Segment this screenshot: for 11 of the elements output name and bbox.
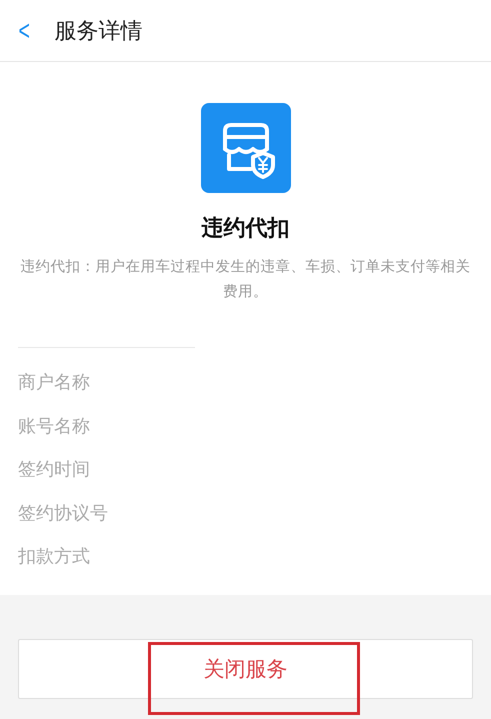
field-label: 账号名称 xyxy=(18,414,90,438)
page-title: 服务详情 xyxy=(54,18,142,46)
field-label: 签约协议号 xyxy=(18,502,108,526)
field-label: 商户名称 xyxy=(18,371,90,395)
field-label: 签约时间 xyxy=(18,458,90,482)
service-name: 违约代扣 xyxy=(202,215,290,243)
back-button[interactable]: < xyxy=(18,16,30,44)
close-service-button[interactable]: 关闭服务 xyxy=(18,639,473,699)
shop-icon xyxy=(200,103,290,193)
service-description: 违约代扣：用户在用车过程中发生的违章、车损、订单未支付等相关费用。 xyxy=(20,258,472,302)
field-label: 扣款方式 xyxy=(18,545,90,569)
